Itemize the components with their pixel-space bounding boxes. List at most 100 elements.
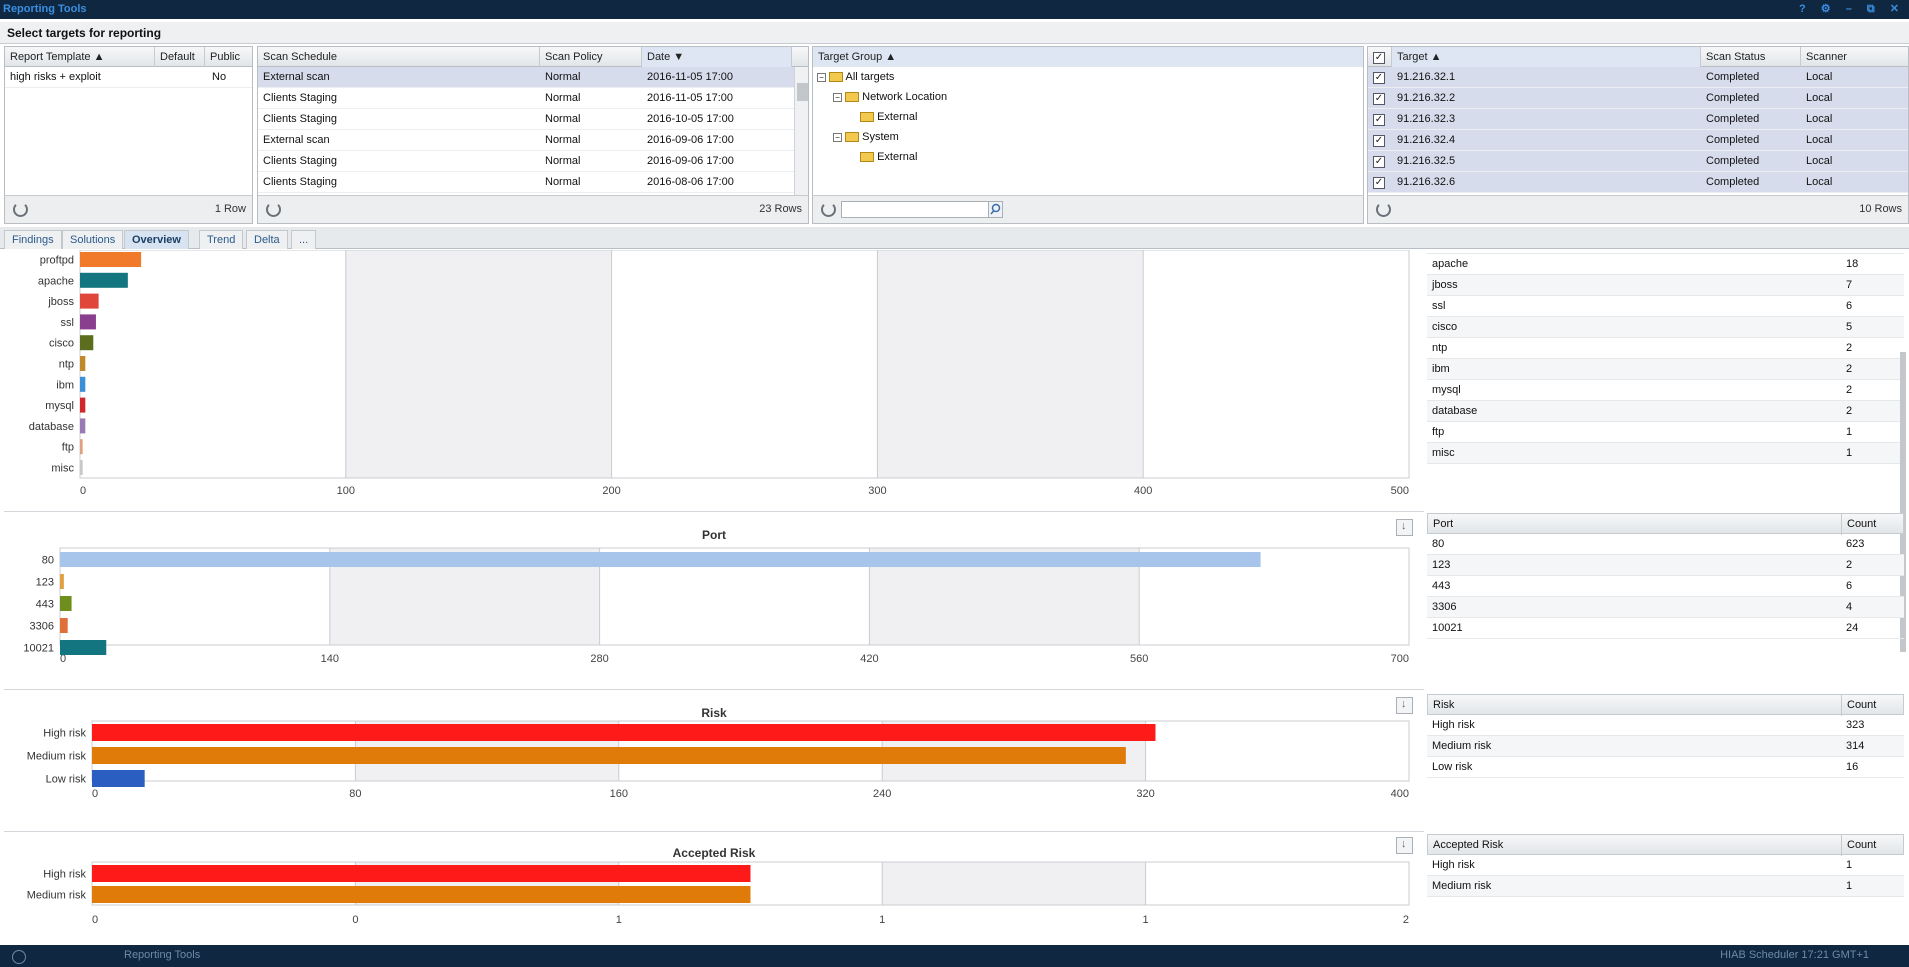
bar[interactable] (80, 272, 128, 288)
table-row[interactable]: cisco 5 (1427, 317, 1904, 338)
bar[interactable] (60, 552, 1261, 567)
col-scan-status[interactable]: Scan Status (1701, 47, 1801, 67)
bar[interactable] (92, 747, 1126, 764)
refresh-icon[interactable] (266, 202, 281, 217)
table-row[interactable]: ✓ 91.216.32.5 Completed Local (1368, 151, 1908, 172)
table-row[interactable]: 123 2 (1427, 555, 1904, 576)
table-row[interactable]: ftp 1 (1427, 422, 1904, 443)
collapse-icon[interactable]: − (817, 73, 826, 82)
scrollbar-thumb[interactable] (797, 83, 808, 101)
bar[interactable] (92, 770, 145, 787)
table-row[interactable]: high risks + exploit No (5, 67, 252, 88)
table-row[interactable]: ✓ 91.216.32.6 Completed Local (1368, 172, 1908, 193)
window-controls[interactable]: ? ⚙ – ⧉ ✕ (1799, 0, 1905, 18)
table-row[interactable]: 3306 4 (1427, 597, 1904, 618)
bar[interactable] (60, 596, 72, 611)
tab-solutions[interactable]: Solutions (62, 230, 124, 249)
target-group-search-input[interactable] (841, 201, 989, 218)
col-public[interactable]: Public (205, 47, 252, 67)
col-date[interactable]: Date ▼ (642, 47, 792, 67)
tree-node-external-2[interactable]: External (860, 151, 917, 163)
collapse-icon[interactable]: − (833, 133, 842, 142)
row-checkbox-cell[interactable]: ✓ (1368, 88, 1385, 109)
col-target[interactable]: Target ▲ (1392, 47, 1701, 67)
col-accepted-risk[interactable]: Accepted Risk (1433, 839, 1503, 851)
collapse-icon[interactable]: − (833, 93, 842, 102)
table-row[interactable]: ibm 2 (1427, 359, 1904, 380)
col-port[interactable]: Port (1433, 518, 1453, 530)
tab-more[interactable]: ... (291, 230, 317, 249)
refresh-icon[interactable] (1376, 202, 1391, 217)
table-row[interactable]: misc 1 (1427, 443, 1904, 464)
download-icon[interactable] (1396, 697, 1413, 714)
table-row[interactable]: High risk 323 (1427, 715, 1904, 736)
bar[interactable] (92, 724, 1156, 741)
col-target-group[interactable]: Target Group ▲ (813, 47, 1363, 67)
row-checkbox-cell[interactable]: ✓ (1368, 172, 1385, 193)
tab-trend[interactable]: Trend (199, 230, 244, 249)
table-row[interactable]: Clients Staging Normal 2016-10-05 17:00 (258, 109, 808, 130)
table-row[interactable]: ✓ 91.216.32.2 Completed Local (1368, 88, 1908, 109)
bar[interactable] (80, 460, 83, 475)
download-icon[interactable] (1396, 837, 1413, 854)
col-scan-schedule[interactable]: Scan Schedule (258, 47, 540, 67)
bar[interactable] (80, 376, 86, 392)
download-icon[interactable] (1396, 519, 1413, 536)
bar[interactable] (92, 865, 751, 882)
bar[interactable] (80, 293, 99, 309)
tree-node-all-targets[interactable]: − All targets (817, 71, 894, 83)
bar[interactable] (80, 335, 94, 351)
table-row[interactable]: Medium risk 1 (1427, 876, 1904, 897)
table-row[interactable]: apache 18 (1427, 254, 1904, 275)
bar[interactable] (60, 574, 64, 589)
table-row[interactable]: 80 623 (1427, 534, 1904, 555)
bar[interactable] (80, 439, 83, 455)
col-risk[interactable]: Risk (1433, 699, 1454, 711)
tab-delta[interactable]: Delta (246, 230, 288, 249)
row-checkbox[interactable]: ✓ (1373, 156, 1385, 168)
table-row[interactable]: Clients Staging Normal 2016-09-06 17:00 (258, 151, 808, 172)
power-icon[interactable] (12, 950, 26, 964)
col-select-all[interactable]: ✓ (1368, 47, 1392, 67)
row-checkbox[interactable]: ✓ (1373, 177, 1385, 189)
bar[interactable] (80, 397, 86, 413)
row-checkbox-cell[interactable]: ✓ (1368, 109, 1385, 130)
tree-node-system[interactable]: − System (833, 131, 899, 143)
select-all-checkbox[interactable]: ✓ (1373, 52, 1385, 64)
tab-overview[interactable]: Overview (124, 230, 189, 249)
row-checkbox[interactable]: ✓ (1373, 93, 1385, 105)
bar[interactable] (80, 252, 142, 267)
table-row[interactable]: ntp 2 (1427, 338, 1904, 359)
col-count[interactable]: Count (1847, 699, 1876, 711)
table-row[interactable]: Medium risk 314 (1427, 736, 1904, 757)
bar[interactable] (92, 886, 751, 903)
search-icon[interactable] (988, 201, 1003, 218)
table-row[interactable]: Clients Staging Normal 2016-11-05 17:00 (258, 88, 808, 109)
col-report-template[interactable]: Report Template ▲ (5, 47, 155, 67)
col-scan-policy[interactable]: Scan Policy (540, 47, 642, 67)
row-checkbox-cell[interactable]: ✓ (1368, 130, 1385, 151)
tab-findings[interactable]: Findings (4, 230, 62, 249)
bar[interactable] (60, 618, 68, 633)
table-row[interactable]: ssl 6 (1427, 296, 1904, 317)
table-row[interactable]: External scan Normal 2016-11-05 17:00 (258, 67, 808, 88)
table-row[interactable]: External scan Normal 2016-09-06 17:00 (258, 130, 808, 151)
row-checkbox[interactable]: ✓ (1373, 114, 1385, 126)
tree-node-network-location[interactable]: − Network Location (833, 91, 947, 103)
table-row[interactable]: ✓ 91.216.32.4 Completed Local (1368, 130, 1908, 151)
table-row[interactable]: jboss 7 (1427, 275, 1904, 296)
table-row[interactable]: 10021 24 (1427, 618, 1904, 639)
table-row[interactable]: Clients Staging Normal 2016-08-06 17:00 (258, 172, 808, 193)
bar[interactable] (60, 640, 107, 655)
refresh-icon[interactable] (821, 202, 836, 217)
tree-node-external[interactable]: External (860, 111, 917, 123)
bar[interactable] (80, 356, 86, 371)
table-row[interactable]: 443 6 (1427, 576, 1904, 597)
col-count[interactable]: Count (1847, 518, 1876, 530)
row-checkbox-cell[interactable]: ✓ (1368, 151, 1385, 172)
bar[interactable] (80, 314, 96, 330)
table-row[interactable]: Low risk 16 (1427, 757, 1904, 778)
row-checkbox-cell[interactable]: ✓ (1368, 67, 1385, 88)
col-scanner[interactable]: Scanner (1801, 47, 1908, 67)
col-default[interactable]: Default (155, 47, 205, 67)
